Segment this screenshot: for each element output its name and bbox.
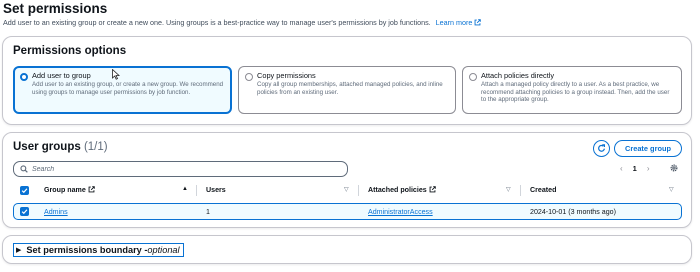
sort-icon[interactable]: ▽ <box>344 186 349 193</box>
external-link-icon <box>475 19 482 26</box>
external-link-icon <box>429 186 436 193</box>
radio-icon[interactable] <box>469 73 477 81</box>
radio-selected-icon[interactable] <box>20 73 28 81</box>
boundary-optional-label: optional <box>147 245 180 255</box>
chevron-left-icon[interactable]: ‹ <box>620 164 623 173</box>
option-label: Copy permissions <box>257 71 316 80</box>
column-label: Attached policies <box>368 186 427 194</box>
option-label: Attach policies directly <box>481 71 555 80</box>
created-date: 2024-10-01 (3 months ago) <box>530 208 616 216</box>
table-header: Group name ▲ Users ▽ Attached policies ▽… <box>13 183 682 198</box>
sort-ascending-icon[interactable]: ▲ <box>182 186 188 192</box>
table-row[interactable]: Admins 1 AdministratorAccess 2024-10-01 … <box>13 203 682 220</box>
permissions-options-title: Permissions options <box>13 45 127 57</box>
boundary-label: Set permissions boundary - <box>26 245 148 255</box>
search-input[interactable] <box>32 165 332 173</box>
column-divider <box>358 185 359 196</box>
refresh-icon <box>598 144 606 152</box>
option-attach-policies-directly[interactable]: Attach policies directly Attach a manage… <box>462 66 682 114</box>
column-label: Group name <box>44 186 86 194</box>
search-field[interactable] <box>13 161 348 177</box>
column-header-attached-policies[interactable]: Attached policies <box>368 186 436 194</box>
mouse-cursor-icon <box>112 69 120 80</box>
search-icon <box>20 165 28 173</box>
refresh-button[interactable] <box>593 140 610 157</box>
policy-link[interactable]: AdministratorAccess <box>368 208 433 216</box>
user-groups-count: (1/1) <box>83 141 108 153</box>
option-description: Add user to an existing group, or create… <box>32 81 224 96</box>
chevron-right-icon[interactable]: › <box>647 164 650 173</box>
column-divider <box>196 185 197 196</box>
row-checkbox[interactable] <box>20 206 29 216</box>
caret-right-icon: ▶ <box>16 247 22 254</box>
column-header-group-name[interactable]: Group name <box>44 186 95 194</box>
description-text: Add user to an existing group or create … <box>3 18 431 27</box>
page-description: Add user to an existing group or create … <box>3 18 482 27</box>
external-link-icon <box>88 186 95 193</box>
permissions-boundary-toggle[interactable]: ▶ Set permissions boundary - optional <box>13 243 184 257</box>
column-header-users[interactable]: Users <box>206 186 226 194</box>
checkbox-checked-icon <box>21 188 28 194</box>
sort-icon[interactable]: ▽ <box>506 186 511 193</box>
sort-icon[interactable]: ▽ <box>669 186 674 193</box>
option-copy-permissions[interactable]: Copy permissions Copy all group membersh… <box>238 66 456 114</box>
option-description: Attach a managed policy directly to a us… <box>481 81 670 104</box>
option-description: Copy all group memberships, attached man… <box>257 81 443 96</box>
column-header-created[interactable]: Created <box>530 186 556 194</box>
option-label: Add user to group <box>32 71 91 80</box>
learn-more-link[interactable]: Learn more <box>436 18 482 27</box>
learn-more-label: Learn more <box>435 18 473 27</box>
checkbox-checked-icon <box>21 208 28 214</box>
user-groups-title-text: User groups <box>13 141 81 153</box>
create-group-button[interactable]: Create group <box>614 140 682 157</box>
column-divider <box>520 185 521 196</box>
user-groups-title: User groups (1/1) <box>13 141 108 153</box>
group-name-link[interactable]: Admins <box>44 208 68 216</box>
option-add-user-to-group[interactable]: Add user to group Add user to an existin… <box>13 66 232 114</box>
users-count: 1 <box>206 208 210 216</box>
pagination: ‹ 1 › <box>620 164 650 173</box>
page-number[interactable]: 1 <box>633 164 637 173</box>
settings-gear-icon[interactable] <box>669 163 679 173</box>
page-title: Set permissions <box>3 1 108 16</box>
radio-icon[interactable] <box>245 73 253 81</box>
select-all-checkbox[interactable] <box>20 186 29 195</box>
